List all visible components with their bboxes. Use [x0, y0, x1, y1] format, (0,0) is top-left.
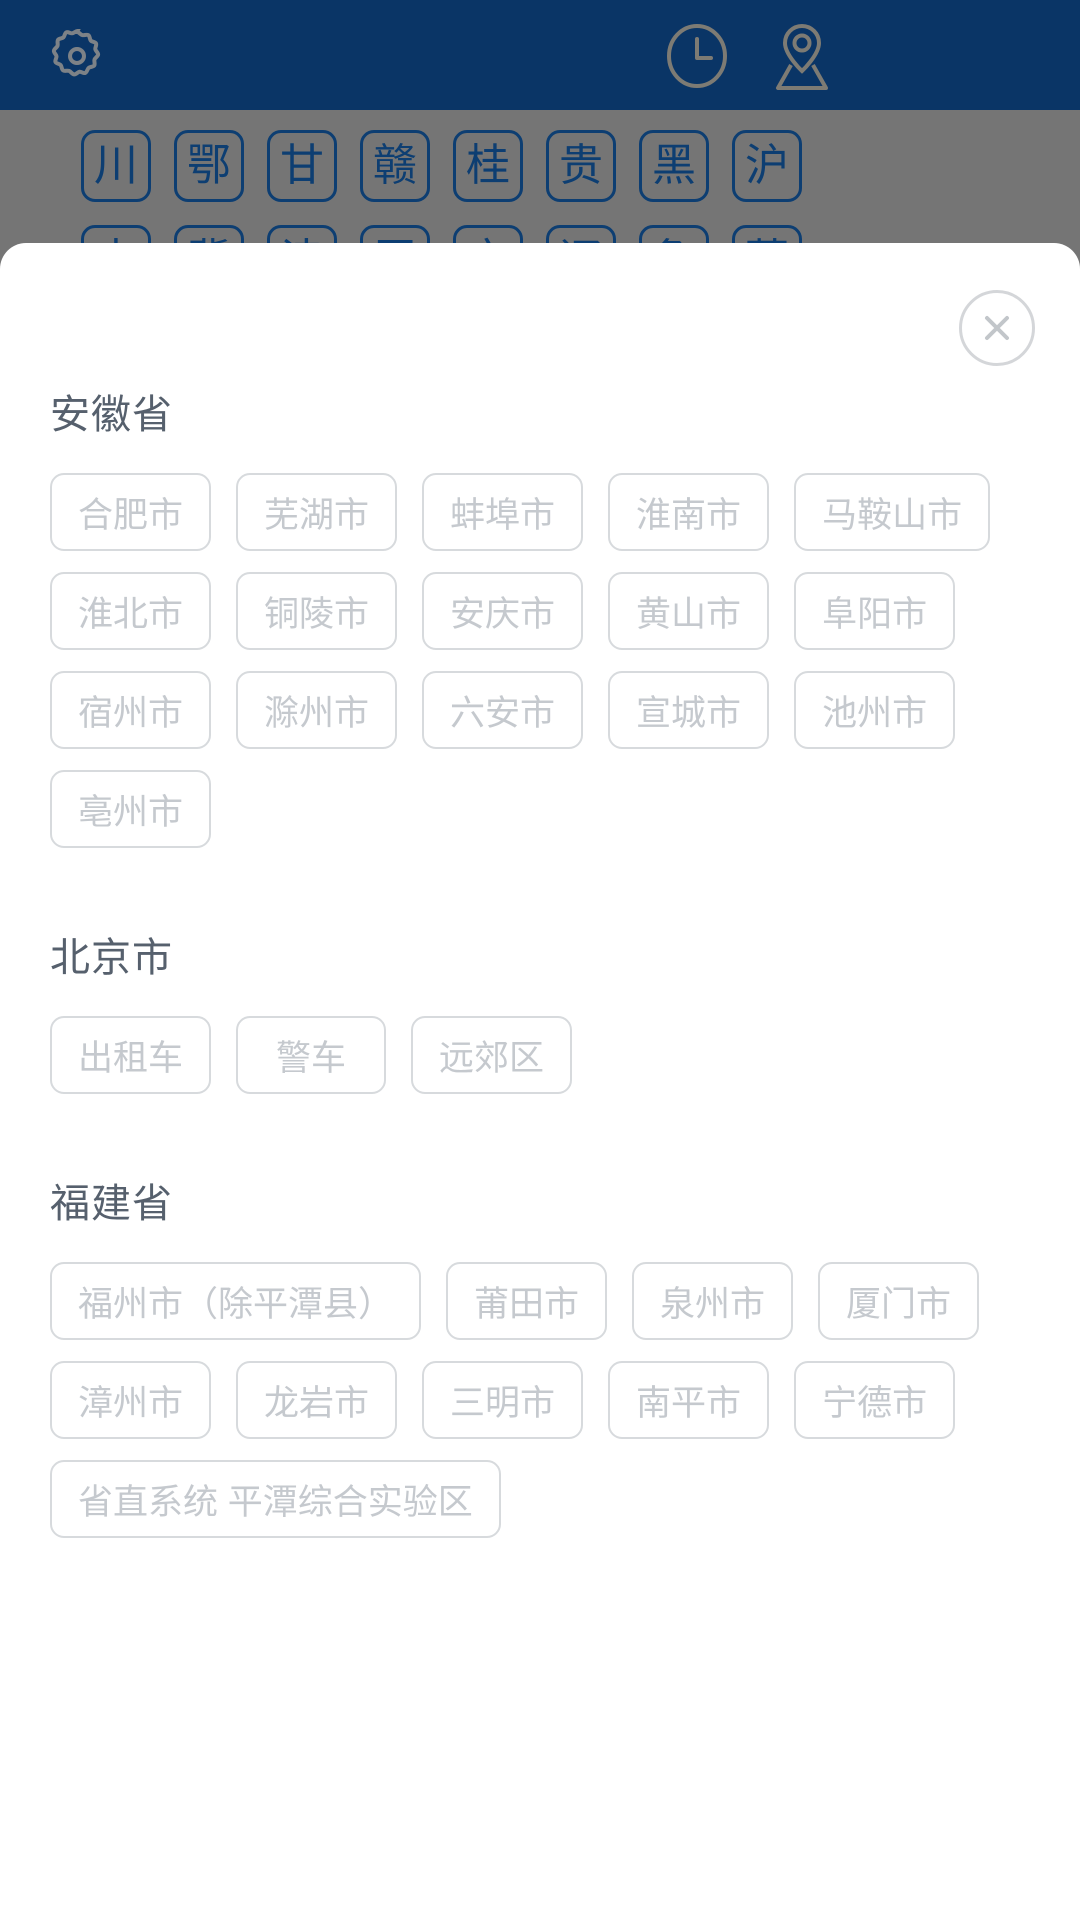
city-chip[interactable]: 省直系统 平潭综合实验区 — [50, 1460, 501, 1538]
city-chip[interactable]: 铜陵市 — [236, 572, 398, 650]
location-pin-icon[interactable] — [766, 20, 838, 97]
city-chip[interactable]: 宣城市 — [608, 671, 770, 749]
city-chip[interactable]: 宁德市 — [794, 1361, 956, 1439]
city-chip[interactable]: 六安市 — [422, 671, 584, 749]
city-chip-list: 合肥市 芜湖市 蚌埠市 淮南市 马鞍山市淮北市 铜陵市 安庆市 黄山市 阜阳市宿州市 滁州市 六安市… — [50, 473, 1030, 848]
province-tab-沪[interactable]: 沪 — [732, 130, 802, 202]
city-chip[interactable]: 出租车 — [50, 1016, 212, 1094]
city-chip[interactable]: 福州市（除平潭县） — [50, 1262, 422, 1340]
city-chip[interactable]: 厦门市 — [818, 1262, 980, 1340]
city-chip[interactable]: 蚌埠市 — [422, 473, 584, 551]
city-chip-list: 福州市（除平潭县） 莆田市 泉州市 厦门市漳州市 龙岩市 三明市 南平市 宁德市省直系统 平潭… — [50, 1262, 1030, 1538]
province-tab-贵[interactable]: 贵 — [546, 130, 616, 202]
city-chip[interactable]: 远郊区 — [411, 1016, 573, 1094]
city-chip[interactable]: 莆田市 — [446, 1262, 608, 1340]
city-chip[interactable]: 马鞍山市 — [794, 473, 991, 551]
gear-icon[interactable] — [45, 24, 109, 93]
city-picker-modal: 安徽省合肥市 芜湖市 蚌埠市 淮南市 马鞍山市淮北市 铜陵市 安庆市 黄山市 阜阳市宿州市 滁州市… — [0, 243, 1080, 1920]
province-title: 安徽省 — [50, 393, 173, 437]
province-city-list: 安徽省合肥市 芜湖市 蚌埠市 淮南市 马鞍山市淮北市 铜陵市 安庆市 黄山市 阜阳市宿州市 滁州市… — [0, 393, 1080, 1538]
province-tab-甘[interactable]: 甘 — [267, 130, 337, 202]
city-chip[interactable]: 泉州市 — [632, 1262, 794, 1340]
city-chip[interactable]: 合肥市 — [50, 473, 212, 551]
city-chip[interactable]: 安庆市 — [422, 572, 584, 650]
close-button[interactable] — [959, 290, 1035, 366]
city-chip[interactable]: 淮北市 — [50, 572, 212, 650]
province-title: 福建省 — [50, 1182, 173, 1226]
city-chip-list: 出租车 警车 远郊区 — [50, 1016, 1030, 1094]
province-group: 安徽省合肥市 芜湖市 蚌埠市 淮南市 马鞍山市淮北市 铜陵市 安庆市 黄山市 阜阳市宿州市 滁州市… — [0, 393, 1080, 848]
app-header — [0, 0, 1080, 110]
city-chip[interactable]: 阜阳市 — [794, 572, 956, 650]
city-chip[interactable]: 亳州市 — [50, 770, 212, 848]
city-chip[interactable]: 南平市 — [608, 1361, 770, 1439]
city-chip[interactable]: 池州市 — [794, 671, 956, 749]
province-group: 北京市出租车 警车 远郊区 — [0, 936, 1080, 1094]
city-chip[interactable]: 芜湖市 — [236, 473, 398, 551]
clock-icon[interactable] — [663, 22, 731, 95]
province-title: 北京市 — [50, 936, 173, 980]
province-tab-黑[interactable]: 黑 — [639, 130, 709, 202]
province-tab-桂[interactable]: 桂 — [453, 130, 523, 202]
city-chip[interactable]: 淮南市 — [608, 473, 770, 551]
city-chip[interactable]: 漳州市 — [50, 1361, 212, 1439]
close-icon — [978, 309, 1016, 347]
city-chip[interactable]: 宿州市 — [50, 671, 212, 749]
city-chip[interactable]: 黄山市 — [608, 572, 770, 650]
city-chip[interactable]: 龙岩市 — [236, 1361, 398, 1439]
province-tab-川[interactable]: 川 — [81, 130, 151, 202]
city-chip[interactable]: 滁州市 — [236, 671, 398, 749]
province-tab-赣[interactable]: 赣 — [360, 130, 430, 202]
province-group: 福建省福州市（除平潭县） 莆田市 泉州市 厦门市漳州市 龙岩市 三明市 南平市 宁德市省直系统… — [0, 1182, 1080, 1538]
province-tab-鄂[interactable]: 鄂 — [174, 130, 244, 202]
province-tab-row: 川鄂甘赣桂贵黑沪 — [0, 130, 1080, 202]
city-chip[interactable]: 警车 — [236, 1016, 387, 1094]
city-chip[interactable]: 三明市 — [422, 1361, 584, 1439]
